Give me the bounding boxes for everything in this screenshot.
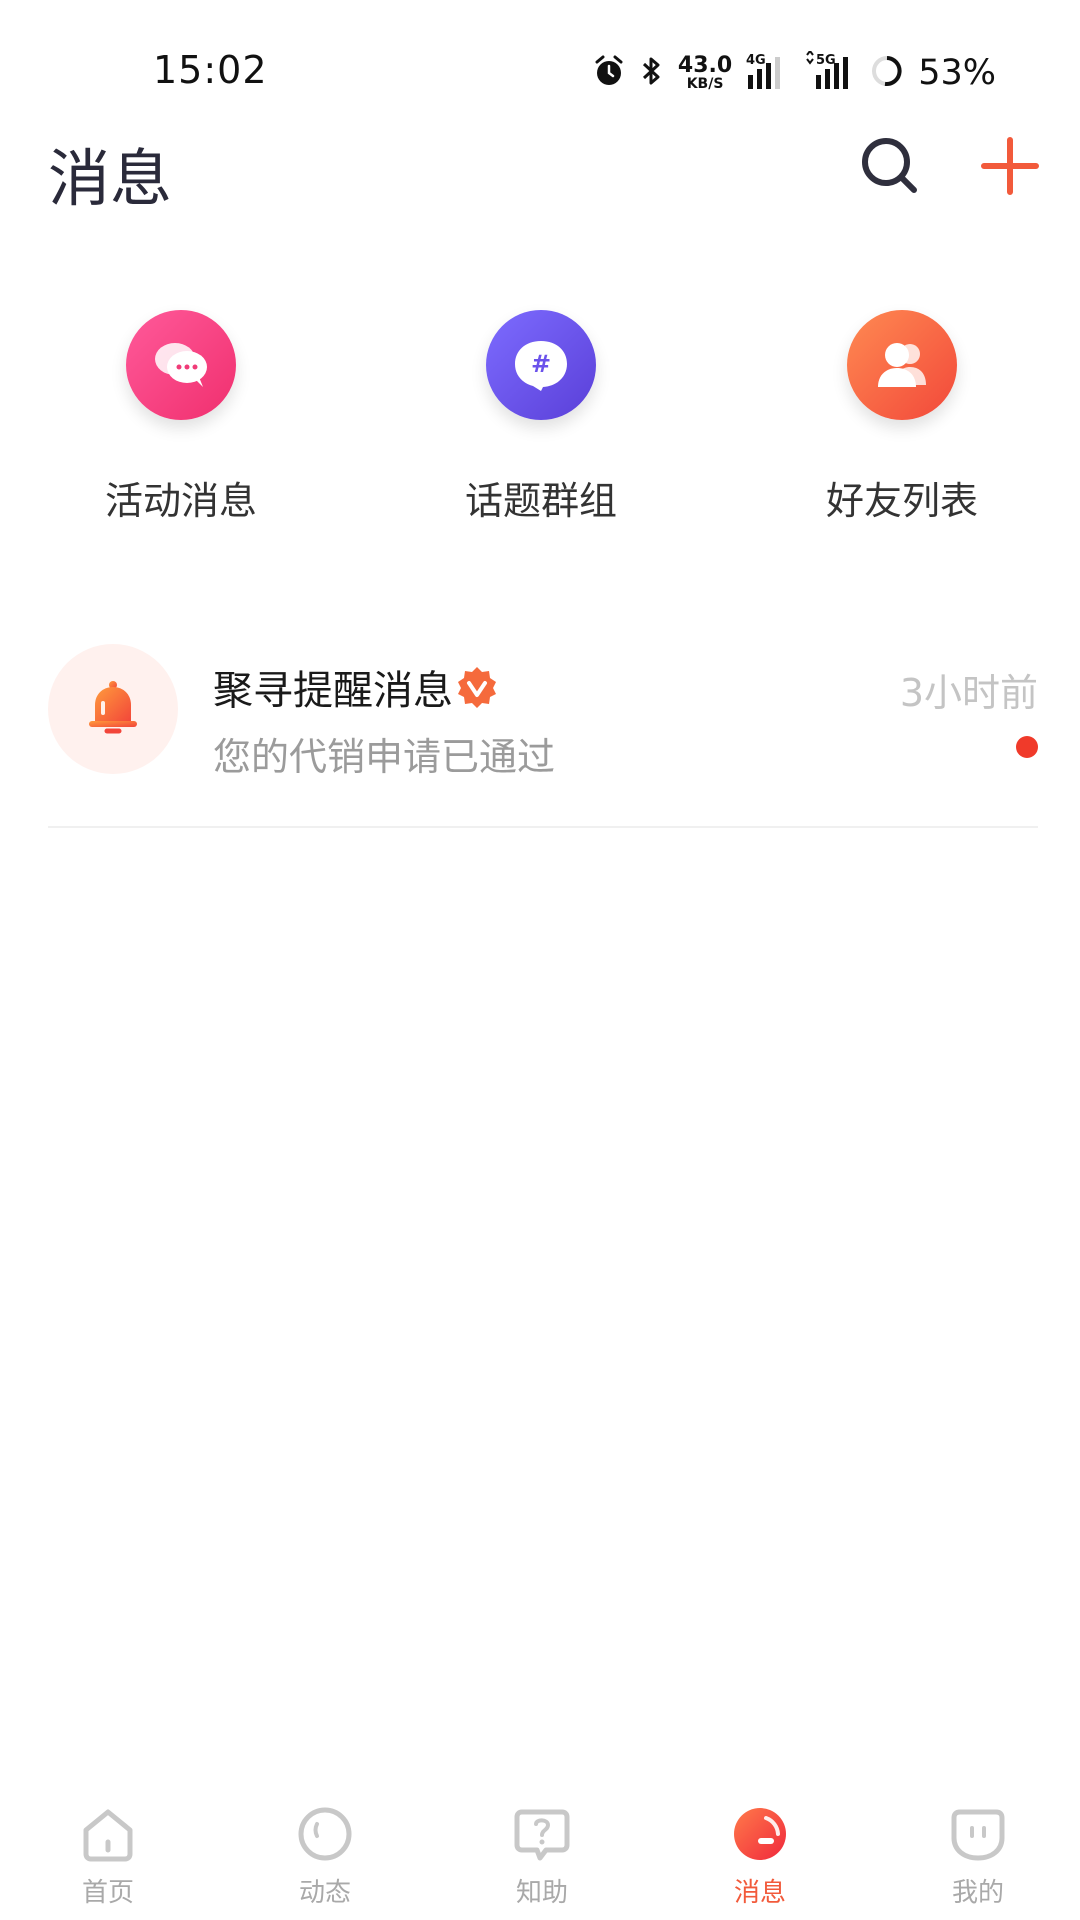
bottom-nav: 首页 动态 知助 消息 我的 [0, 1790, 1080, 1920]
nav-item-help[interactable]: 知助 [472, 1804, 612, 1914]
alarm-icon [592, 54, 626, 92]
battery-percent: 53% [918, 53, 996, 93]
nav-item-feed[interactable]: 动态 [255, 1804, 395, 1914]
message-icon [734, 1808, 786, 1860]
quick-entry-activity[interactable]: 活动消息 [61, 310, 301, 540]
network-5g-label: 5G [816, 53, 836, 68]
search-button[interactable] [858, 134, 922, 198]
message-preview: 您的代销申请已通过 [213, 735, 556, 779]
status-bar: 15:02 43.0 KB/S 4G 5G 53% [0, 0, 1080, 110]
question-bubble-icon [514, 1809, 570, 1861]
avatar [48, 644, 178, 774]
svg-text:#: # [531, 350, 551, 378]
nav-label: 首页 [81, 1878, 134, 1908]
profile-face-icon [951, 1809, 1005, 1861]
circle-face-icon [298, 1807, 352, 1861]
nav-label: 动态 [298, 1878, 351, 1908]
hashtag-bubble-icon: # [486, 310, 596, 420]
chat-bubbles-icon [126, 310, 236, 420]
battery-ring-icon [870, 54, 904, 92]
nav-label: 消息 [733, 1878, 786, 1908]
network-4g-label: 4G [746, 53, 766, 68]
search-icon [862, 138, 917, 193]
message-time: 3小时前 [899, 671, 1038, 715]
unread-dot [1016, 736, 1038, 758]
signal-5g-icon: 5G [804, 49, 856, 95]
quick-entry-friends[interactable]: 好友列表 [782, 310, 1022, 540]
friends-icon [847, 310, 957, 420]
nav-item-home[interactable]: 首页 [38, 1804, 178, 1914]
quick-entries: 活动消息 # 话题群组 好友列表 [0, 310, 1080, 540]
add-button[interactable] [978, 134, 1042, 198]
verified-badge-icon [458, 667, 496, 708]
net-speed: 43.0 KB/S [677, 53, 733, 92]
quick-entry-label: 好友列表 [825, 479, 978, 523]
status-time: 15:02 [153, 48, 268, 92]
quick-entry-topic-groups[interactable]: # 话题群组 [421, 310, 661, 540]
divider [48, 826, 1038, 828]
net-speed-value: 43.0 [677, 53, 733, 78]
nav-item-messages[interactable]: 消息 [690, 1804, 830, 1914]
nav-label: 我的 [951, 1878, 1004, 1908]
home-icon [83, 1809, 133, 1862]
plus-icon [981, 137, 1039, 195]
list-item[interactable]: 聚寻提醒消息 3小时前 您的代销申请已通过 [48, 640, 1038, 820]
bell-icon [89, 681, 137, 734]
quick-entry-label: 话题群组 [464, 479, 617, 523]
quick-entry-label: 活动消息 [104, 479, 257, 523]
message-title-wrap: 聚寻提醒消息 [213, 658, 499, 716]
net-speed-unit: KB/S [686, 76, 724, 92]
page-title: 消息 [48, 142, 173, 215]
status-icons: 43.0 KB/S 4G 5G 53% [592, 49, 996, 96]
nav-label: 知助 [515, 1878, 568, 1908]
signal-4g-icon: 4G [746, 51, 790, 95]
message-title: 聚寻提醒消息 [213, 668, 453, 714]
bluetooth-icon [640, 54, 664, 92]
nav-item-profile[interactable]: 我的 [908, 1804, 1048, 1914]
